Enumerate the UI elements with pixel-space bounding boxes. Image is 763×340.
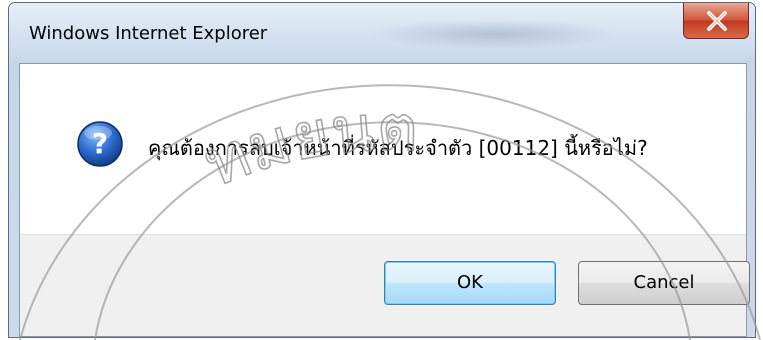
close-icon — [707, 11, 727, 31]
svg-text:?: ? — [92, 127, 108, 160]
dialog-content: ? คุณต้องการลบเจ้าหน้าที่รหัสประจำตัว [0… — [19, 63, 750, 337]
dialog-window: Windows Internet Explorer ? คุณต้องการลบ… — [8, 2, 756, 338]
question-icon: ? — [77, 121, 123, 167]
dialog-message: คุณต้องการลบเจ้าหน้าที่รหัสประจำตัว [001… — [148, 136, 648, 160]
close-button[interactable] — [683, 3, 749, 39]
button-area: OK Cancel — [20, 234, 750, 336]
cancel-button[interactable]: Cancel — [578, 261, 750, 305]
title-bar-glow — [369, 19, 619, 49]
message-area: ? คุณต้องการลบเจ้าหน้าที่รหัสประจำตัว [0… — [20, 64, 746, 234]
ok-button[interactable]: OK — [384, 261, 556, 305]
window-title: Windows Internet Explorer — [29, 23, 268, 44]
title-bar[interactable]: Windows Internet Explorer — [9, 3, 755, 61]
